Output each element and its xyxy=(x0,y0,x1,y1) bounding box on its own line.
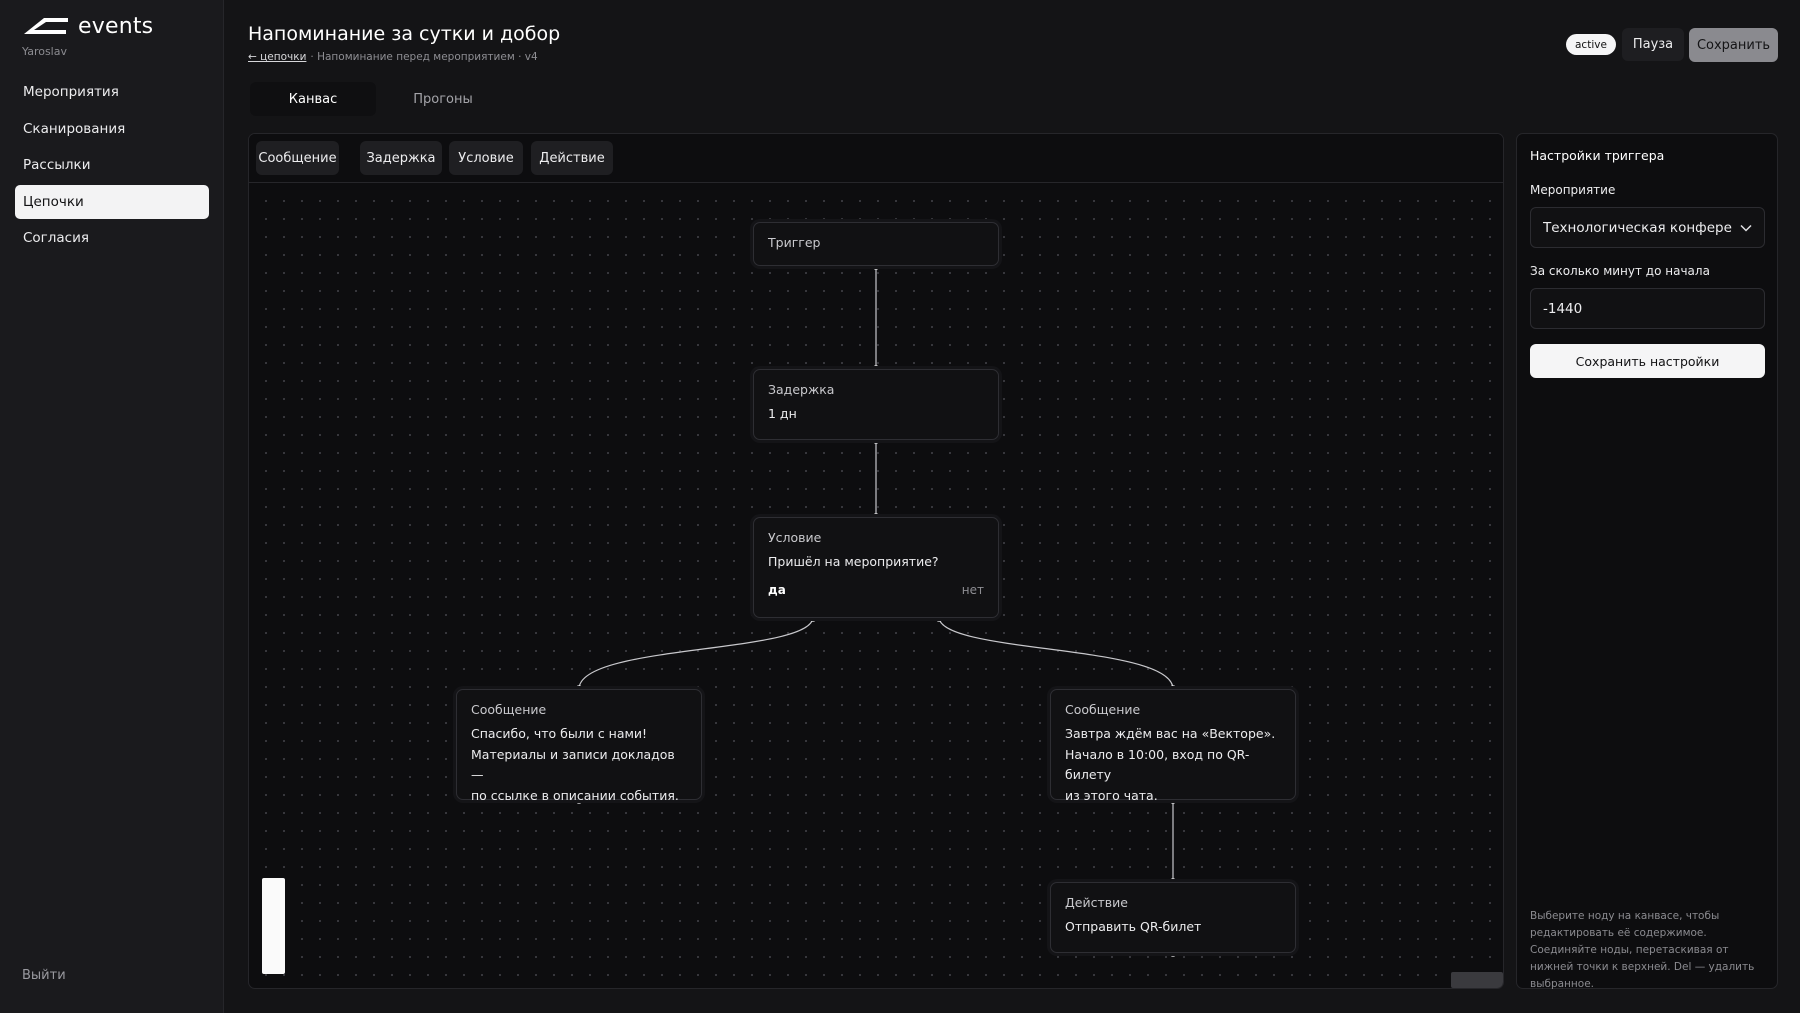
save-settings-button[interactable]: Сохранить настройки xyxy=(1530,344,1765,378)
node-trigger[interactable]: Триггер xyxy=(753,222,999,266)
event-select[interactable]: Технологическая конфере xyxy=(1530,207,1765,248)
node-message-yes-type: Сообщение xyxy=(471,702,547,717)
node-delay[interactable]: Задержка 1 дн xyxy=(753,369,999,440)
node-message-no-text: Завтра ждём вас на «Векторе». Начало в 1… xyxy=(1065,724,1281,806)
breadcrumb-path: · Напоминание перед мероприятием · v4 xyxy=(310,51,538,63)
message-line: по ссылке в описании события. xyxy=(471,787,679,803)
node-action-type: Действие xyxy=(1065,895,1128,910)
node-message-no[interactable]: Сообщение Завтра ждём вас на «Векторе». … xyxy=(1050,689,1296,803)
branch-yes-label: да xyxy=(768,582,786,597)
canvas-controls[interactable] xyxy=(262,878,285,974)
sidebar-nav: Мероприятия Сканирования Рассылки Цепочк… xyxy=(15,75,209,258)
edge-condition-yes xyxy=(578,617,814,690)
sidebar-item-scans[interactable]: Сканирования xyxy=(15,112,209,146)
message-line: Завтра ждём вас на «Векторе». xyxy=(1065,726,1276,741)
chevron-down-icon xyxy=(1740,224,1752,232)
node-condition-type: Условие xyxy=(768,530,822,545)
event-select-value: Технологическая конфере xyxy=(1543,219,1732,236)
tab-canvas[interactable]: Канвас xyxy=(250,82,376,116)
canvas-attribution xyxy=(1451,972,1503,988)
branch-no-label: нет xyxy=(961,582,984,597)
node-action-text: Отправить QR-билет xyxy=(1065,919,1202,934)
message-line: Начало в 10:00, вход по QR-билету xyxy=(1065,746,1250,783)
node-delay-type: Задержка xyxy=(768,382,835,397)
sidebar-item-chains[interactable]: Цепочки xyxy=(15,184,209,219)
logo-icon xyxy=(24,17,68,34)
logout-link[interactable]: Выйти xyxy=(22,968,66,983)
pause-button[interactable]: Пауза xyxy=(1622,28,1684,61)
edge-condition-no xyxy=(938,617,1174,690)
minutes-input[interactable] xyxy=(1530,288,1765,329)
node-action[interactable]: Действие Отправить QR-билет xyxy=(1050,882,1296,953)
breadcrumb: ← цепочки · Напоминание перед мероприяти… xyxy=(248,51,538,63)
sidebar: events Yaroslav Мероприятия Сканирования… xyxy=(0,0,224,1013)
minutes-field-label: За сколько минут до начала xyxy=(1530,264,1710,278)
flow-canvas[interactable]: Сообщение Задержка Условие Действие Триг… xyxy=(248,133,1504,989)
node-message-no-type: Сообщение xyxy=(1065,702,1141,717)
panel-title: Настройки триггера xyxy=(1530,148,1665,163)
node-condition-text: Пришёл на мероприятие? xyxy=(768,554,939,569)
node-message-yes[interactable]: Сообщение Спасибо, что были с нами! Мате… xyxy=(456,689,702,803)
message-line: Материалы и записи докладов — xyxy=(471,746,675,783)
node-condition[interactable]: Условие Пришёл на мероприятие? да нет xyxy=(753,517,999,618)
message-line: из этого чата. xyxy=(1065,787,1158,803)
tab-runs[interactable]: Прогоны xyxy=(380,82,506,116)
message-line: Спасибо, что были с нами! xyxy=(471,726,648,741)
event-field-label: Мероприятие xyxy=(1530,183,1616,197)
brand[interactable]: events xyxy=(22,14,153,39)
status-badge: active xyxy=(1566,34,1616,55)
sidebar-item-mailings[interactable]: Рассылки xyxy=(15,148,209,182)
user-name: Yaroslav xyxy=(22,45,67,58)
page-title: Напоминание за сутки и добор xyxy=(248,23,561,45)
node-delay-text: 1 дн xyxy=(768,406,797,421)
sidebar-item-consents[interactable]: Согласия xyxy=(15,221,209,255)
breadcrumb-back-link[interactable]: ← цепочки xyxy=(248,51,306,63)
sidebar-item-events[interactable]: Мероприятия xyxy=(15,75,209,109)
settings-panel: Настройки триггера Мероприятие Технологи… xyxy=(1516,133,1778,990)
node-trigger-type: Триггер xyxy=(768,235,821,250)
condition-branches: да нет xyxy=(768,583,984,597)
panel-hint: Выберите ноду на канвасе, чтобы редактир… xyxy=(1530,910,1755,990)
brand-name: events xyxy=(78,14,154,39)
node-message-yes-text: Спасибо, что были с нами! Материалы и за… xyxy=(471,724,687,806)
save-button[interactable]: Сохранить xyxy=(1689,28,1778,62)
